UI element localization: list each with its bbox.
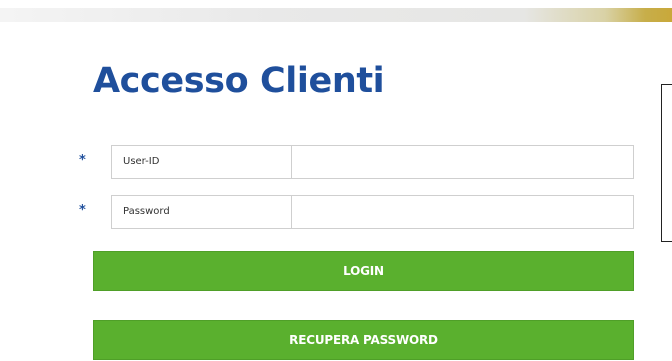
header-strip — [0, 8, 672, 22]
password-input[interactable] — [292, 196, 633, 228]
password-row: * Password — [79, 195, 634, 229]
recover-password-button[interactable]: RECUPERA PASSWORD — [93, 320, 634, 360]
required-marker: * — [79, 153, 86, 168]
page-title: Accesso Clienti — [93, 61, 385, 101]
userid-input[interactable] — [292, 146, 633, 178]
userid-field-box: User-ID — [111, 145, 634, 179]
login-button[interactable]: LOGIN — [93, 251, 634, 291]
userid-row: * User-ID — [79, 145, 634, 179]
password-label: Password — [112, 196, 292, 228]
userid-label: User-ID — [112, 146, 292, 178]
required-marker: * — [79, 203, 86, 218]
password-field-box: Password — [111, 195, 634, 229]
side-panel — [661, 84, 672, 242]
